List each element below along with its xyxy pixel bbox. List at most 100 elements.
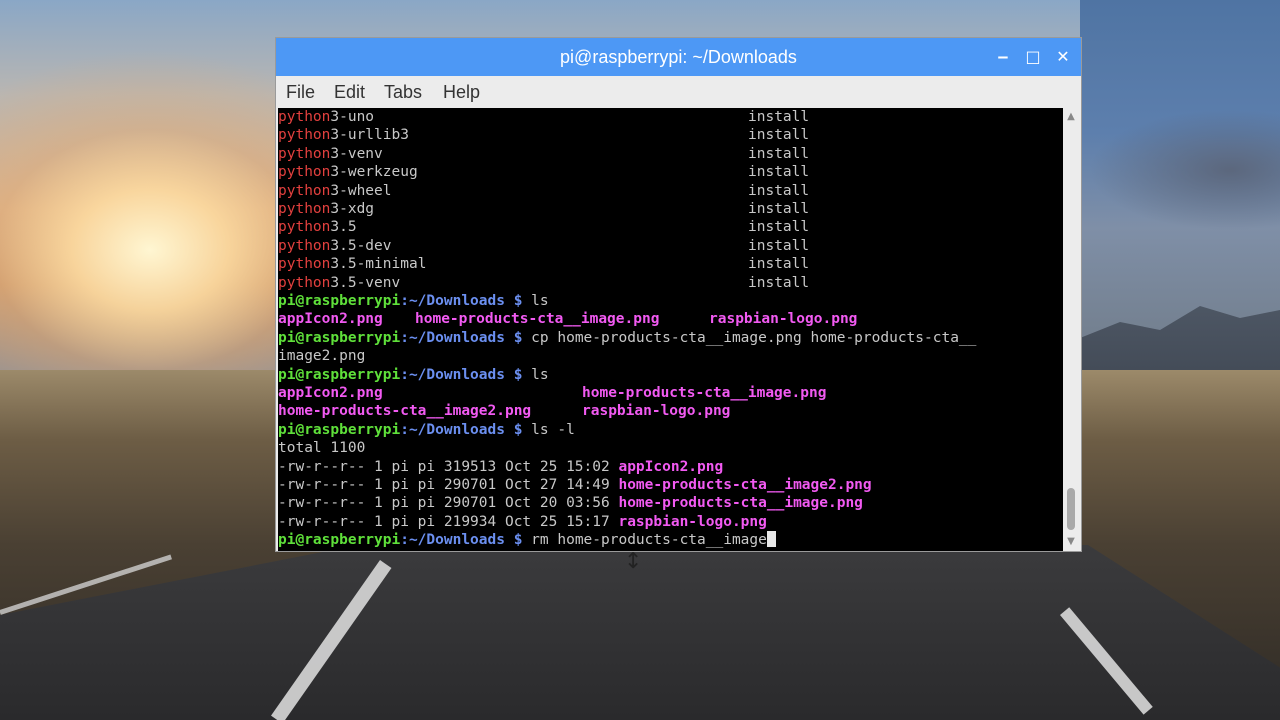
command-wrap: image2.png <box>278 348 366 365</box>
file-name: raspbian-logo.png <box>582 403 731 420</box>
file-meta: -rw-r--r-- 1 pi pi 219934 Oct 25 15:17 <box>278 513 619 530</box>
package-line: python3-uno <box>278 108 374 126</box>
ls-output: raspbian-logo.png <box>582 402 730 420</box>
terminal-window: pi@raspberrypi: ~/Downloads ‒ □ ✕ File E… <box>275 37 1082 552</box>
ls-output: home-products-cta__image.png <box>582 384 826 402</box>
file-meta: -rw-r--r-- 1 pi pi 290701 Oct 27 14:49 <box>278 477 619 493</box>
command-input[interactable]: rm home-products-cta__image <box>522 532 767 548</box>
prompt-path: :~/Downloads $ <box>400 532 523 549</box>
prompt-path: :~/Downloads $ <box>400 293 523 309</box>
window-title: pi@raspberrypi: ~/Downloads <box>560 47 797 67</box>
close-button[interactable]: ✕ <box>1048 38 1078 76</box>
long-list-row: -rw-r--r-- 1 pi pi 219934 Oct 25 15:17 r… <box>278 513 767 531</box>
package-line: python3-xdg <box>278 200 374 218</box>
package-name: 3-uno <box>330 109 375 125</box>
prompt-user: pi@raspberrypi <box>278 421 401 438</box>
package-prefix: python <box>278 164 331 181</box>
package-name: 3.5-minimal <box>330 256 427 273</box>
package-name: 3-xdg <box>330 201 375 217</box>
package-prefix: python <box>278 182 331 199</box>
package-status: install <box>748 109 810 125</box>
package-prefix: python <box>278 274 331 291</box>
package-prefix: python <box>278 237 331 254</box>
package-name: 3-werkzeug <box>330 164 418 181</box>
ls-output: home-products-cta__image.png <box>415 310 659 328</box>
package-status: install <box>748 164 810 181</box>
package-line: python3.5 <box>278 218 357 236</box>
package-line: python3-venv <box>278 145 383 163</box>
package-prefix: python <box>278 256 331 273</box>
file-meta: -rw-r--r-- 1 pi pi 319513 Oct 25 15:02 <box>278 458 619 475</box>
package-status: install <box>748 256 810 273</box>
file-name: raspbian-logo.png <box>618 513 767 530</box>
package-name: 3.5-dev <box>330 237 392 254</box>
file-name: raspbian-logo.png <box>709 311 858 328</box>
scroll-down-arrow-icon[interactable]: ▼ <box>1064 535 1078 549</box>
command-line[interactable]: pi@raspberrypi:~/Downloads $ rm home-pro… <box>278 531 776 549</box>
command-line: pi@raspberrypi:~/Downloads $ cp home-pro… <box>278 329 976 347</box>
ls-output: appIcon2.png <box>278 310 383 328</box>
prompt-path: :~/Downloads $ <box>400 366 523 383</box>
package-line: python3-wheel <box>278 182 392 200</box>
scrollbar-thumb[interactable] <box>1067 488 1075 530</box>
file-name: home-products-cta__image2.png <box>618 477 872 493</box>
vertical-scrollbar[interactable]: ▲ ▼ <box>1063 108 1079 551</box>
long-list-row: -rw-r--r-- 1 pi pi 319513 Oct 25 15:02 a… <box>278 458 723 476</box>
command-line: pi@raspberrypi:~/Downloads $ ls <box>278 292 549 310</box>
menu-bar: File Edit Tabs Help <box>276 76 1081 108</box>
file-name: home-products-cta__image.png <box>582 385 827 401</box>
resize-cursor-icon: ↕ <box>624 549 643 574</box>
package-name: 3-wheel <box>330 182 392 199</box>
package-status: install <box>748 219 810 236</box>
file-name: home-products-cta__image.png <box>415 311 660 328</box>
file-meta: -rw-r--r-- 1 pi pi 290701 Oct 20 03:56 <box>278 495 619 512</box>
menu-help[interactable]: Help <box>443 76 480 108</box>
file-name: home-products-cta__image.png <box>618 495 863 512</box>
text-cursor <box>766 531 776 548</box>
ls-output: home-products-cta__image2.png <box>278 402 531 420</box>
prompt-user: pi@raspberrypi <box>278 329 401 346</box>
package-line: python3-urllib3 <box>278 126 409 144</box>
package-prefix: python <box>278 145 331 162</box>
package-line: python3.5-venv <box>278 274 400 292</box>
menu-file[interactable]: File <box>286 76 315 108</box>
prompt-path: :~/Downloads $ <box>400 329 523 346</box>
file-name: appIcon2.png <box>278 311 383 328</box>
prompt-user: pi@raspberrypi <box>278 366 401 383</box>
ls-output: appIcon2.png <box>278 384 383 402</box>
ls-output: raspbian-logo.png <box>709 310 857 328</box>
package-line: python3.5-minimal <box>278 255 426 273</box>
maximize-button[interactable]: □ <box>1018 38 1048 76</box>
prompt-user: pi@raspberrypi <box>278 293 401 309</box>
command-text: cp home-products-cta__image.png home-pro… <box>522 329 977 346</box>
long-list-row: -rw-r--r-- 1 pi pi 290701 Oct 27 14:49 h… <box>278 476 872 494</box>
package-line: python3.5-dev <box>278 237 392 255</box>
file-name: appIcon2.png <box>618 458 724 475</box>
command-text: ls <box>522 366 549 383</box>
file-name: appIcon2.png <box>278 385 383 401</box>
package-line: python3-werkzeug <box>278 163 418 181</box>
prompt-path: :~/Downloads $ <box>400 421 523 438</box>
menu-edit[interactable]: Edit <box>334 76 365 108</box>
package-status: install <box>748 127 810 144</box>
ls-total: total 1100 <box>278 440 366 457</box>
command-text: ls <box>522 293 549 309</box>
package-prefix: python <box>278 201 331 217</box>
package-status: install <box>748 274 810 291</box>
prompt-user: pi@raspberrypi <box>278 532 401 549</box>
terminal-output[interactable]: python3-uno install python3-urllib3 inst… <box>278 108 1063 551</box>
package-status: install <box>748 145 810 162</box>
long-list-row: -rw-r--r-- 1 pi pi 290701 Oct 20 03:56 h… <box>278 494 863 512</box>
scroll-up-arrow-icon[interactable]: ▲ <box>1064 110 1078 124</box>
command-line: pi@raspberrypi:~/Downloads $ ls -l <box>278 421 575 439</box>
command-line: pi@raspberrypi:~/Downloads $ ls <box>278 366 549 384</box>
minimize-button[interactable]: ‒ <box>988 38 1018 76</box>
package-name: 3-urllib3 <box>330 127 409 144</box>
package-prefix: python <box>278 219 331 236</box>
title-bar[interactable]: pi@raspberrypi: ~/Downloads ‒ □ ✕ <box>276 38 1081 76</box>
package-prefix: python <box>278 127 331 144</box>
file-name: home-products-cta__image2.png <box>278 403 532 420</box>
package-prefix: python <box>278 109 331 125</box>
menu-tabs[interactable]: Tabs <box>384 76 422 108</box>
package-name: 3.5 <box>330 219 357 236</box>
